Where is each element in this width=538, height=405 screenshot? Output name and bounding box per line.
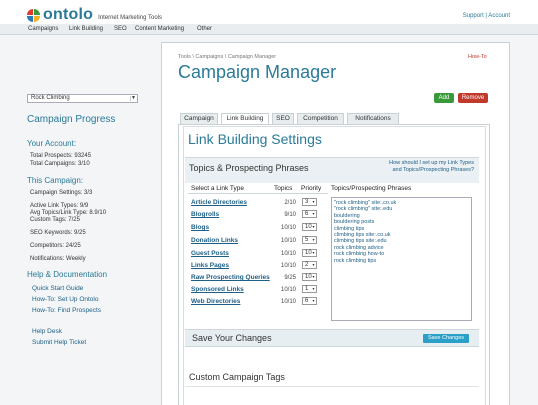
- table-divider: [188, 193, 328, 194]
- total-prospects: Total Prospects: 93245: [30, 153, 92, 159]
- priority-select[interactable]: 6 ▾: [302, 210, 317, 218]
- priority-value: 1: [305, 286, 309, 292]
- nav-other[interactable]: Other: [197, 26, 212, 32]
- phrase-line: rock climbing tips: [334, 257, 377, 264]
- phrases-textarea[interactable]: "rock climbing" site:.co.uk "rock climbi…: [331, 197, 472, 321]
- total-campaigns: Total Campaigns: 3/10: [30, 161, 90, 167]
- chevron-down-icon: ▾: [312, 298, 315, 303]
- find-prospects-link[interactable]: How-To: Find Prospects: [32, 307, 101, 314]
- campaign-select-value: Rock Climbing: [31, 95, 70, 101]
- topics-count: 10/10: [280, 251, 296, 257]
- priority-select[interactable]: 1 ▾: [302, 285, 317, 293]
- add-button[interactable]: Add: [434, 93, 454, 103]
- campaign-progress-title: Campaign Progress: [27, 114, 116, 125]
- custom-tags-divider: [185, 386, 479, 387]
- your-account-title: Your Account:: [27, 139, 77, 148]
- chevron-down-icon: ▾: [312, 250, 315, 255]
- chevron-down-icon: ▾: [312, 199, 315, 204]
- nav-campaigns[interactable]: Campaigns: [28, 26, 58, 32]
- topics-count: 2/10: [284, 200, 296, 206]
- topics-count: 9/25: [284, 275, 296, 281]
- breadcrumb[interactable]: Tools \ Campaigns \ Campaign Manager: [178, 54, 276, 60]
- support-account-links[interactable]: Support | Account: [463, 13, 510, 19]
- howto-link[interactable]: How-To: [468, 54, 487, 60]
- help-desk-link[interactable]: Help Desk: [32, 328, 62, 335]
- chevron-down-icon: ▾: [312, 262, 315, 267]
- save-changes-heading: Save Your Changes: [192, 333, 272, 343]
- link-type-article-directories[interactable]: Article Directories: [191, 199, 247, 206]
- tab-competition[interactable]: Competition: [297, 113, 344, 124]
- tab-campaign[interactable]: Campaign: [180, 113, 218, 124]
- link-type-web-directories[interactable]: Web Directories: [191, 298, 240, 305]
- priority-select[interactable]: 2 ▾: [302, 261, 317, 269]
- priority-value: 6: [305, 211, 309, 217]
- topics-count: 9/10: [284, 212, 296, 218]
- priority-value: 2: [305, 262, 309, 268]
- remove-button[interactable]: Remove: [458, 93, 488, 103]
- main-nav: Campaigns Link Building SEO Content Mark…: [0, 24, 538, 35]
- link-type-links-pages[interactable]: Links Pages: [191, 262, 229, 269]
- topics-count: 10/10: [280, 299, 296, 305]
- tab-notifications[interactable]: Notifications: [347, 113, 399, 124]
- priority-value: 5: [305, 237, 309, 243]
- chevron-down-icon: ▾: [312, 286, 315, 291]
- col-phrases: Topics/Prospecting Phrases: [331, 185, 412, 192]
- chevron-down-icon: ▾: [312, 274, 315, 279]
- campaign-settings-stat: Campaign Settings: 3/3: [30, 190, 93, 196]
- this-campaign-title: This Campaign:: [27, 176, 84, 185]
- help-docs-title: Help & Documentation: [27, 270, 108, 279]
- submit-ticket-link[interactable]: Submit Help Ticket: [32, 339, 86, 346]
- help-question-link[interactable]: How should I set up my Link Types and To…: [388, 160, 474, 173]
- seo-keywords-stat: SEO Keywords: 9/25: [30, 230, 86, 236]
- priority-value: 6: [305, 298, 309, 304]
- brand-tagline: Internet Marketing Tools: [98, 14, 163, 21]
- link-type-blogrolls[interactable]: Blogrolls: [191, 211, 219, 218]
- priority-select[interactable]: 10 ▾: [302, 273, 317, 281]
- chevron-down-icon: ▼: [130, 95, 136, 101]
- custom-tags-stat: Custom Tags: 7/25: [30, 217, 80, 223]
- priority-select[interactable]: 6 ▾: [302, 297, 317, 305]
- brand-name: ontolo: [43, 6, 94, 23]
- topics-count: 10/10: [280, 238, 296, 244]
- avg-topics-stat: Avg Topics/Link Type: 8.9/10: [30, 210, 107, 216]
- link-type-sponsored-links[interactable]: Sponsored Links: [191, 286, 244, 293]
- campaign-select[interactable]: Rock Climbing ▼: [27, 94, 138, 103]
- col-priority: Priority: [301, 185, 322, 192]
- link-type-raw-prospecting-queries[interactable]: Raw Prospecting Queries: [191, 274, 270, 281]
- tab-seo[interactable]: SEO: [272, 113, 294, 124]
- priority-select[interactable]: 10 ▾: [302, 223, 317, 231]
- topics-count: 10/10: [280, 225, 296, 231]
- priority-select[interactable]: 10 ▾: [302, 249, 317, 257]
- topics-count: 10/10: [280, 287, 296, 293]
- link-type-donation-links[interactable]: Donation Links: [191, 237, 238, 244]
- priority-select[interactable]: 3 ▾: [302, 198, 317, 206]
- save-changes-button[interactable]: Save Changes: [423, 334, 469, 343]
- nav-seo[interactable]: SEO: [114, 26, 127, 32]
- logo[interactable]: ontolo Internet Marketing Tools: [27, 6, 162, 24]
- active-link-types-stat: Active Link Types: 9/9: [30, 203, 89, 209]
- topics-count: 10/10: [280, 263, 296, 269]
- quick-start-link[interactable]: Quick Start Guide: [32, 285, 83, 292]
- logo-mark-icon: [27, 8, 40, 22]
- col-topics: Topics: [274, 185, 293, 192]
- priority-select[interactable]: 5 ▾: [302, 236, 317, 244]
- chevron-down-icon: ▾: [312, 211, 315, 216]
- nav-content-marketing[interactable]: Content Marketing: [135, 26, 184, 32]
- chevron-down-icon: ▾: [312, 237, 315, 242]
- setup-howto-link[interactable]: How-To: Set Up Ontolo: [32, 296, 98, 303]
- page-title: Campaign Manager: [178, 62, 337, 82]
- competitors-stat: Competitors: 24/25: [30, 243, 81, 249]
- nav-link-building[interactable]: Link Building: [69, 26, 103, 32]
- notifications-stat: Notifications: Weekly: [30, 256, 86, 262]
- top-bar: ontolo Internet Marketing Tools Support …: [0, 0, 538, 24]
- panel-title: Link Building Settings: [188, 131, 322, 147]
- chevron-down-icon: ▾: [312, 224, 315, 229]
- priority-value: 3: [305, 199, 309, 205]
- col-link-type: Select a Link Type: [191, 185, 244, 192]
- custom-tags-heading: Custom Campaign Tags: [189, 372, 285, 382]
- topics-heading: Topics & Prospecting Phrases: [189, 163, 309, 173]
- link-type-blogs[interactable]: Blogs: [191, 224, 209, 231]
- link-type-guest-posts[interactable]: Guest Posts: [191, 250, 229, 257]
